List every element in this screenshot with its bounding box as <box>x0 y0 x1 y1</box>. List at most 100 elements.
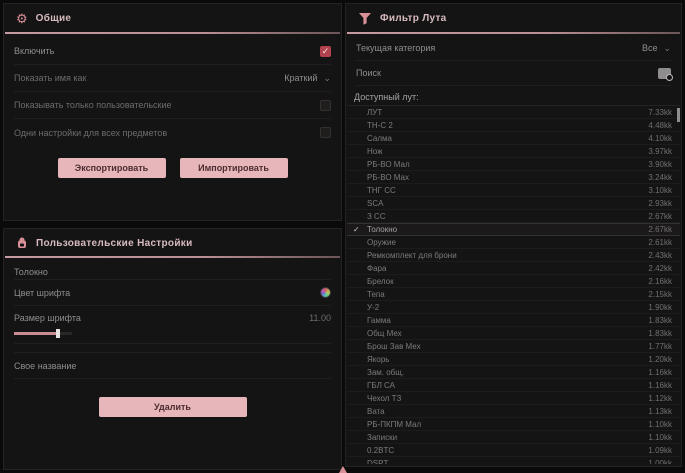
loot-item-row[interactable]: У-21.90kk <box>347 301 680 314</box>
font-color-row: Цвет шрифта <box>14 279 331 306</box>
item-name: З СС <box>367 212 648 221</box>
search-input[interactable]: Поиск <box>356 68 381 78</box>
font-size-slider[interactable] <box>14 332 72 335</box>
custom-name-field[interactable]: Свое название <box>14 352 331 379</box>
item-name: Брош Зав Мех <box>367 342 648 351</box>
category-row: Текущая категория Все ⌄ <box>356 36 671 61</box>
item-value: 1.13kk <box>648 407 672 416</box>
item-name: SCA <box>367 199 648 208</box>
font-size-row: Размер шрифта 11.00 <box>14 306 331 344</box>
general-header: ⚙ Общие <box>4 4 341 32</box>
item-value: 1.09kk <box>648 446 672 455</box>
delete-button[interactable]: Удалить <box>99 397 247 417</box>
item-value: 2.93kk <box>648 199 672 208</box>
loot-item-row[interactable]: Ремкомплект для брони2.43kk <box>347 249 680 262</box>
loot-item-row[interactable]: Якорь1.20kk <box>347 353 680 366</box>
item-value: 7.33kk <box>648 108 672 117</box>
scrollbar-thumb[interactable] <box>677 108 680 122</box>
slider-fill <box>14 332 58 335</box>
item-value: 1.83kk <box>648 329 672 338</box>
loot-item-row[interactable]: 0.2BTC1.09kk <box>347 444 680 457</box>
item-value: 2.42kk <box>648 264 672 273</box>
item-value: 3.10kk <box>648 186 672 195</box>
item-name: Ремкомплект для брони <box>367 251 648 260</box>
loot-item-row[interactable]: РБ-ВО Мал3.90kk <box>347 158 680 171</box>
custom-only-checkbox[interactable] <box>320 100 331 111</box>
item-value: 3.24kk <box>648 173 672 182</box>
item-name: Вата <box>367 407 648 416</box>
available-loot-label: Доступный лут: <box>346 86 681 105</box>
loot-item-row[interactable]: ТНГ СС3.10kk <box>347 184 680 197</box>
name-mode-select[interactable]: Краткий ⌄ <box>284 73 331 84</box>
loot-item-row[interactable]: Оружие2.61kk <box>347 236 680 249</box>
search-icon[interactable] <box>658 68 671 79</box>
loot-item-row[interactable]: Гамма1.83kk <box>347 314 680 327</box>
loot-item-row[interactable]: РБ-ПКПМ Мал1.10kk <box>347 418 680 431</box>
item-name: Брелок <box>367 277 648 286</box>
item-name: РБ-ПКПМ Мал <box>367 420 648 429</box>
backpack-icon <box>16 237 28 249</box>
loot-item-row[interactable]: ТН-С 24.48kk <box>347 119 680 132</box>
item-value: 4.10kk <box>648 134 672 143</box>
item-name: Оружие <box>367 238 648 247</box>
loot-item-row[interactable]: Чехол ТЗ1.12kk <box>347 392 680 405</box>
item-checkbox[interactable]: ✓ <box>353 225 367 234</box>
custom-settings-title: Пользовательские Настройки <box>36 238 193 249</box>
item-name: Записки <box>367 433 648 442</box>
loot-item-row[interactable]: Брош Зав Мех1.77kk <box>347 340 680 353</box>
item-name: Якорь <box>367 355 648 364</box>
item-name: Салма <box>367 134 648 143</box>
item-name: РБ-ВО Мал <box>367 160 648 169</box>
general-title: Общие <box>36 13 72 24</box>
item-value: 2.16kk <box>648 277 672 286</box>
color-picker-icon[interactable] <box>320 287 331 298</box>
selected-item-label: Толокно <box>14 258 331 279</box>
enable-row: Включить ✓ <box>14 38 331 65</box>
enable-checkbox[interactable]: ✓ <box>320 46 331 57</box>
loot-item-row[interactable]: SCA2.93kk <box>347 197 680 210</box>
same-settings-checkbox[interactable] <box>320 127 331 138</box>
category-select[interactable]: Все ⌄ <box>642 43 671 54</box>
loot-item-row[interactable]: РБ-ВО Мах3.24kk <box>347 171 680 184</box>
category-value: Все <box>642 43 658 53</box>
item-name: ГБЛ СА <box>367 381 648 390</box>
item-value: 2.15kk <box>648 290 672 299</box>
app-window: ⚙ Общие Включить ✓ Показать имя как Крат… <box>0 0 685 473</box>
loot-item-row[interactable]: ЛУТ7.33kk <box>347 106 680 119</box>
item-value: 1.20kk <box>648 355 672 364</box>
item-name: Общ Мех <box>367 329 648 338</box>
loot-item-row[interactable]: Брелок2.16kk <box>347 275 680 288</box>
chevron-down-icon: ⌄ <box>663 43 671 54</box>
item-name: ЛУТ <box>367 108 648 117</box>
loot-item-row[interactable]: DSPT1.00kk <box>347 457 680 464</box>
item-value: 1.83kk <box>648 316 672 325</box>
import-button[interactable]: Импортировать <box>180 158 288 178</box>
loot-item-row[interactable]: Записки1.10kk <box>347 431 680 444</box>
loot-item-row[interactable]: ГБЛ СА1.16kk <box>347 379 680 392</box>
slider-handle[interactable] <box>56 329 60 338</box>
loot-item-row[interactable]: Зам. общ.1.16kk <box>347 366 680 379</box>
item-name: ТН-С 2 <box>367 121 648 130</box>
resize-handle[interactable] <box>339 466 347 473</box>
item-value: 1.16kk <box>648 381 672 390</box>
name-mode-value: Краткий <box>284 73 317 83</box>
name-mode-row: Показать имя как Краткий ⌄ <box>14 65 331 92</box>
item-name: Фара <box>367 264 648 273</box>
loot-item-row[interactable]: Салма4.10kk <box>347 132 680 145</box>
loot-item-row[interactable]: Тепа2.15kk <box>347 288 680 301</box>
loot-item-row[interactable]: Вата1.13kk <box>347 405 680 418</box>
loot-item-row[interactable]: Нож3.97kk <box>347 145 680 158</box>
item-value: 2.67kk <box>648 225 672 234</box>
loot-list[interactable]: ЛУТ7.33kkТН-С 24.48kkСалма4.10kkНож3.97k… <box>347 105 680 464</box>
font-size-value: 11.00 <box>309 313 331 323</box>
left-column: ⚙ Общие Включить ✓ Показать имя как Крат… <box>3 3 342 470</box>
loot-item-row[interactable]: Фара2.42kk <box>347 262 680 275</box>
same-settings-label: Одни настройки для всех предметов <box>14 128 167 138</box>
loot-item-row[interactable]: Общ Мех1.83kk <box>347 327 680 340</box>
loot-item-row[interactable]: З СС2.67kk <box>347 210 680 223</box>
font-color-label: Цвет шрифта <box>14 288 70 298</box>
custom-settings-header: Пользовательские Настройки <box>4 229 341 256</box>
export-button[interactable]: Экспортировать <box>58 158 166 178</box>
loot-item-row[interactable]: ✓Толокно2.67kk <box>347 223 680 236</box>
font-size-label: Размер шрифта <box>14 313 81 323</box>
